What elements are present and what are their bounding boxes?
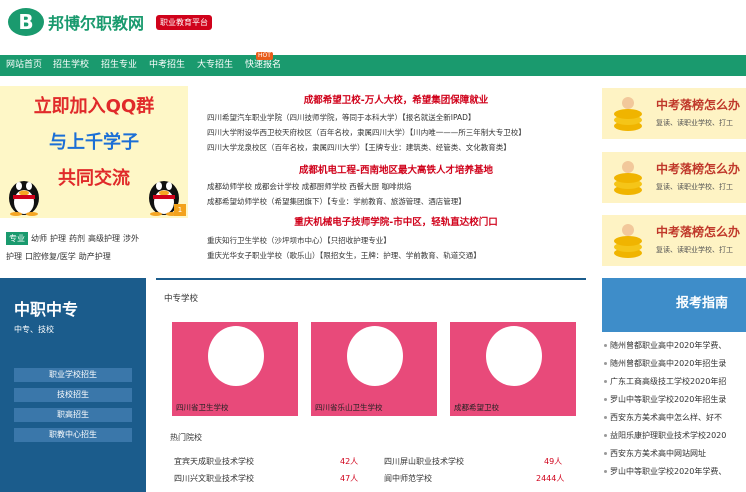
bullet-icon <box>604 380 607 383</box>
zhongzhi-panel: 中职中专 中专、技校 职业学校招生 技校招生 职高招生 职教中心招生 <box>0 278 146 492</box>
hot-school-row[interactable]: 四川屏山职业技术学校 49人 <box>384 456 574 467</box>
guide-link[interactable]: 罗山中等职业学校2020年学费、 <box>610 466 726 477</box>
news-headline[interactable]: 成都希望卫校-万人大校，希望集团保障就业 <box>200 92 592 106</box>
school-card-caption: 四川省乐山卫生学校 <box>315 403 383 412</box>
school-emblem-icon <box>347 326 403 386</box>
school-card-caption: 成都希望卫校 <box>454 403 499 412</box>
guide-link[interactable]: 随州曾都职业高中2020年招生录 <box>610 358 726 369</box>
hot-school-row[interactable]: 阆中师范学校 2444人 <box>384 473 574 484</box>
hot-school-count: 42人 <box>340 457 359 466</box>
zz-link-button[interactable]: 职业学校招生 <box>14 368 132 382</box>
qq-group-banner[interactable]: 立即加入QQ群 与上千学子 共同交流 1 <box>0 86 188 218</box>
tag-item[interactable]: 口腔修复/医学 <box>25 251 76 262</box>
logo-icon[interactable]: B <box>8 8 44 36</box>
school-card-caption: 四川省卫生学校 <box>176 403 229 412</box>
tag-item[interactable]: 药剂 <box>69 233 85 244</box>
ad-title: 中考落榜怎么办 <box>656 162 741 176</box>
news-link[interactable]: 重庆光华女子职业学校（歌乐山）【限招女生，王牌：护理、学前教育、轨道交通】 <box>207 250 481 261</box>
guide-title: 报考指南 <box>676 296 729 311</box>
hot-badge: HOT <box>256 52 273 60</box>
guide-link[interactable]: 罗山中等职业学校2020年招生录 <box>610 394 726 405</box>
panel-title: 中职中专 <box>14 300 79 319</box>
news-link[interactable]: 成都幼师学校 成都会计学校 成都厨师学校 西餐大厨 咖啡烘焙 <box>207 181 412 192</box>
guide-link[interactable]: 西安东方美术高中怎么样、好不 <box>610 412 722 423</box>
bullet-icon <box>604 344 607 347</box>
bullet-icon <box>604 452 607 455</box>
ad-title: 中考落榜怎么办 <box>656 98 741 112</box>
banner-page-indicator[interactable]: 1 <box>174 204 186 216</box>
guide-link[interactable]: 益阳乐康护理职业技术学校2020 <box>610 430 726 441</box>
news-link[interactable]: 四川希望汽车职业学院（四川技师学院，等同于本科大学）【报名就送全新IPAD】 <box>207 112 475 123</box>
tag-item[interactable]: 幼师 <box>31 233 47 244</box>
hot-school-count: 2444人 <box>536 474 565 483</box>
tag-item[interactable]: 助产护理 <box>79 251 111 262</box>
bullet-icon <box>604 362 607 365</box>
ad-title: 中考落榜怎么办 <box>656 225 741 239</box>
tag-item[interactable]: 高级护理 <box>88 233 120 244</box>
logo-tag: 职业教育平台 <box>156 15 212 30</box>
coin-stack-icon <box>614 224 642 258</box>
nav-dazhuan[interactable]: 大专招生 <box>197 55 233 76</box>
hot-school-row[interactable]: 宜宾天成职业技术学校 42人 <box>174 456 364 467</box>
nav-majors[interactable]: 招生专业 <box>101 55 137 76</box>
tag-item[interactable]: 涉外 <box>123 233 139 244</box>
guide-banner[interactable]: 报考指南 <box>602 278 746 332</box>
hot-school-count: 47人 <box>340 474 359 483</box>
zz-link-button[interactable]: 技校招生 <box>14 388 132 402</box>
bullet-icon <box>604 416 607 419</box>
penguin-icon <box>9 181 39 216</box>
coin-stack-icon <box>614 97 642 131</box>
bullet-icon <box>604 470 607 473</box>
school-emblem-icon <box>486 326 542 386</box>
section-title: 中专学校 <box>164 294 199 304</box>
school-card[interactable]: 四川省乐山卫生学校 <box>311 322 437 416</box>
ad-banner[interactable]: 中考落榜怎么办 复读、读职业学校、打工 <box>602 152 746 203</box>
qq-banner-line2: 与上千学子 <box>49 132 139 153</box>
nav-schools[interactable]: 招生学校 <box>53 55 89 76</box>
site-logo-text[interactable]: 邦博尔职教网 <box>48 10 144 34</box>
main-nav: 网站首页 招生学校 招生专业 中考招生 大专招生 快速报名 <box>0 55 746 76</box>
qq-banner-line1: 立即加入QQ群 <box>33 96 155 117</box>
hot-school-row[interactable]: 四川兴文职业技术学校 47人 <box>174 473 364 484</box>
news-link[interactable]: 四川大学龙泉校区（百年名校，隶属四川大学）【王牌专业：建筑类、经管类、文化教育类… <box>207 142 511 153</box>
bullet-icon <box>604 398 607 401</box>
hot-school-name: 阆中师范学校 <box>384 474 432 483</box>
ad-subtitle: 复读、读职业学校、打工 <box>656 246 733 254</box>
news-link[interactable]: 重庆知行卫生学校（沙坪坝市中心）【只招收护理专业】 <box>207 235 391 246</box>
tag-item[interactable]: 护理 <box>6 251 22 262</box>
hot-school-name: 四川兴文职业技术学校 <box>174 474 254 483</box>
school-card[interactable]: 四川省卫生学校 <box>172 322 298 416</box>
tag-item[interactable]: 专业 <box>6 232 28 245</box>
bullet-icon <box>604 434 607 437</box>
tag-item[interactable]: 护理 <box>50 233 66 244</box>
guide-link[interactable]: 广东工商高级技工学校2020年招 <box>610 376 726 387</box>
hot-schools-title: 热门院校 <box>170 433 202 442</box>
coin-stack-icon <box>614 161 642 195</box>
nav-home[interactable]: 网站首页 <box>6 55 42 76</box>
major-tags: 专业 幼师 护理 药剂 高级护理 涉外 护理 口腔修复/医学 助产护理 <box>6 232 186 268</box>
guide-link[interactable]: 西安东方美术高中网站网址 <box>610 448 706 459</box>
hot-school-name: 四川屏山职业技术学校 <box>384 457 464 466</box>
news-link[interactable]: 成都希望幼师学校（希望集团旗下）【专业：学前教育、旅游管理、酒店管理】 <box>207 196 466 207</box>
panel-subtitle: 中专、技校 <box>14 325 54 334</box>
site-header: B 邦博尔职教网 职业教育平台 <box>0 0 746 50</box>
guide-link[interactable]: 随州曾都职业高中2020年学费、 <box>610 340 726 351</box>
ad-subtitle: 复读、读职业学校、打工 <box>656 119 733 127</box>
nav-zhongkao[interactable]: 中考招生 <box>149 55 185 76</box>
zz-link-button[interactable]: 职高招生 <box>14 408 132 422</box>
news-headline[interactable]: 重庆机械电子技师学院-市中区，轻轨直达校门口 <box>200 214 592 228</box>
news-headline[interactable]: 成都机电工程-西南地区最大高铁人才培养基地 <box>200 162 592 176</box>
hot-school-count: 49人 <box>544 457 563 466</box>
ad-subtitle: 复读、读职业学校、打工 <box>656 183 733 191</box>
hot-school-name: 宜宾天成职业技术学校 <box>174 457 254 466</box>
school-emblem-icon <box>208 326 264 386</box>
ad-banner[interactable]: 中考落榜怎么办 复读、读职业学校、打工 <box>602 215 746 266</box>
ad-banner[interactable]: 中考落榜怎么办 复读、读职业学校、打工 <box>602 88 746 139</box>
guide-panel: 报考指南 随州曾都职业高中2020年学费、 随州曾都职业高中2020年招生录 广… <box>602 278 746 492</box>
news-link[interactable]: 四川大学附设华西卫校天府校区（百年名校，隶属四川大学）【川内唯一——所三年制大专… <box>207 127 526 138</box>
school-panel: 中专学校 四川省卫生学校 四川省乐山卫生学校 成都希望卫校 热门院校 宜宾天成职… <box>156 278 586 492</box>
school-card[interactable]: 成都希望卫校 <box>450 322 576 416</box>
zz-link-button[interactable]: 职教中心招生 <box>14 428 132 442</box>
